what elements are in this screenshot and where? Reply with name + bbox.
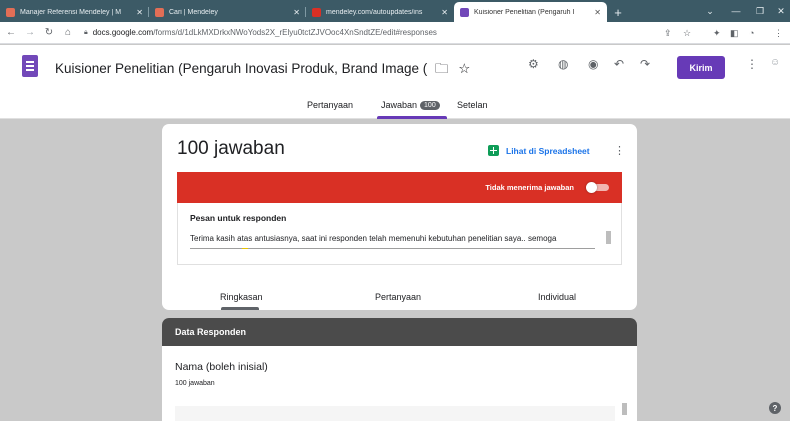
active-tab-indicator [377,116,447,119]
browser-tab-forms[interactable]: Kuisioner Penelitian (Pengaruh I ✕ [454,2,607,22]
help-icon[interactable]: ? [769,402,781,414]
subtab-individual[interactable]: Individual [538,292,576,302]
browser-tab-mendeley-manager[interactable]: Manajer Referensi Mendeley | M ✕ [0,2,149,22]
palette-icon[interactable]: ◍ [558,57,568,71]
profile-icon[interactable]: ◔ [749,22,754,44]
star-icon[interactable]: ☆ [458,61,470,76]
tab-responses[interactable]: Jawaban 100 [381,100,440,110]
google-forms-favicon-icon [460,7,469,17]
home-icon[interactable]: ⌂ [60,27,76,38]
responses-summary-card: 100 jawaban Lihat di Spreadsheet ⋮ Tidak… [162,124,637,310]
tab-settings[interactable]: Setelan [457,100,488,110]
responses-main: 100 jawaban Lihat di Spreadsheet ⋮ Tidak… [0,120,790,421]
url-path: /forms/d/1dLkMXDrkxNWoYods2X_rElyu0tctZJ… [153,28,437,37]
reload-icon[interactable]: ↻ [41,27,57,38]
accepting-responses-label: Tidak menerima jawaban [485,183,574,192]
form-title[interactable]: Kuisioner Penelitian (Pengaruh Inovasi P… [55,59,470,82]
section-card: Data Responden Nama (boleh inisial) 100 … [162,318,637,421]
section-header: Data Responden [162,318,637,346]
sheets-icon [488,145,499,156]
section-title: Data Responden [175,327,247,337]
minimize-icon[interactable]: — [723,0,749,22]
subtab-question[interactable]: Pertanyaan [375,292,421,302]
close-window-icon[interactable]: ✕ [768,0,790,22]
close-tab-icon[interactable]: ✕ [441,8,448,17]
redo-icon[interactable]: ↷ [640,57,650,71]
forms-tab-nav: Pertanyaan Jawaban 100 Setelan [0,95,790,119]
preview-eye-icon[interactable]: ◉ [588,57,598,71]
more-options-icon[interactable]: ⋮ [614,144,625,157]
close-tab-icon[interactable]: ✕ [293,8,300,17]
browser-tab-title: mendeley.com/autoupdates/ins [326,8,423,16]
accepting-responses-toggle[interactable] [586,182,610,193]
address-bar: ← → ↻ ⌂ 🔒︎ docs.google.com/forms/d/1dLkM… [0,22,790,44]
new-tab-plus-icon[interactable]: + [607,2,629,22]
mendeley-favicon-icon [6,7,15,17]
star-icon[interactable]: ☆ [683,22,691,44]
url-host: docs.google.com [92,28,154,37]
undo-icon[interactable]: ↶ [614,57,624,71]
account-avatar-icon[interactable]: ☺ [770,57,780,68]
close-tab-icon[interactable]: ✕ [136,8,143,17]
forward-icon[interactable]: → [22,27,38,38]
message-label: Pesan untuk responden [190,213,287,223]
message-scrollbar[interactable] [606,231,611,244]
responses-count-badge: 100 [420,101,440,110]
tab-questions[interactable]: Pertanyaan [307,100,353,110]
addon-puzzle-icon[interactable]: ⚙ [528,57,539,71]
back-icon[interactable]: ← [3,27,19,38]
google-forms-logo-icon[interactable] [22,55,38,77]
not-accepting-banner: Tidak menerima jawaban [177,172,622,203]
mendeley-favicon-icon [312,7,321,17]
question-title: Nama (boleh inisial) [175,361,268,373]
close-tab-icon[interactable]: ✕ [594,8,601,17]
lock-icon: 🔒︎ [84,28,88,36]
more-options-icon[interactable]: ⋮ [746,57,758,71]
browser-tab-strip: Manajer Referensi Mendeley | M ✕ Cari | … [0,0,790,22]
menu-icon[interactable]: ⋮ [774,22,783,44]
browser-tab-title: Cari | Mendeley [169,8,218,16]
message-input-underline [190,248,595,249]
send-button[interactable]: Kirim [677,56,725,79]
response-count: 100 jawaban [177,138,285,159]
share-icon[interactable]: ⇪ [664,22,672,44]
browser-tab-mendeley-autoupdates[interactable]: mendeley.com/autoupdates/ins ✕ [306,2,454,22]
browser-tab-title: Manajer Referensi Mendeley | M [20,8,122,16]
question-response-count: 100 jawaban [175,380,215,387]
active-subtab-indicator [221,307,259,310]
view-spreadsheet-link[interactable]: Lihat di Spreadsheet [488,145,590,156]
sidepanel-icon[interactable]: ◧ [730,22,739,44]
forms-header: Kuisioner Penelitian (Pengaruh Inovasi P… [0,45,790,119]
subtab-summary[interactable]: Ringkasan [220,292,263,302]
browser-tab-title: Kuisioner Penelitian (Pengaruh I [474,8,575,16]
mendeley-favicon-icon [155,7,164,17]
answer-list-scrollbar[interactable] [622,403,627,415]
browser-tab-mendeley-search[interactable]: Cari | Mendeley ✕ [149,2,306,22]
respondent-message-box: Pesan untuk responden Terima kasih atas … [177,203,622,265]
extensions-icon[interactable]: ✦ [713,22,721,44]
folder-icon[interactable]: 🗀︎ [435,61,449,76]
message-input[interactable]: Terima kasih atas antusiasnya, saat ini … [190,234,595,243]
url-field[interactable]: 🔒︎ docs.google.com/forms/d/1dLkMXDrkxNWo… [84,28,437,37]
tab-search-chevron-icon[interactable]: ⌄ [697,0,723,22]
answer-list [175,406,615,421]
